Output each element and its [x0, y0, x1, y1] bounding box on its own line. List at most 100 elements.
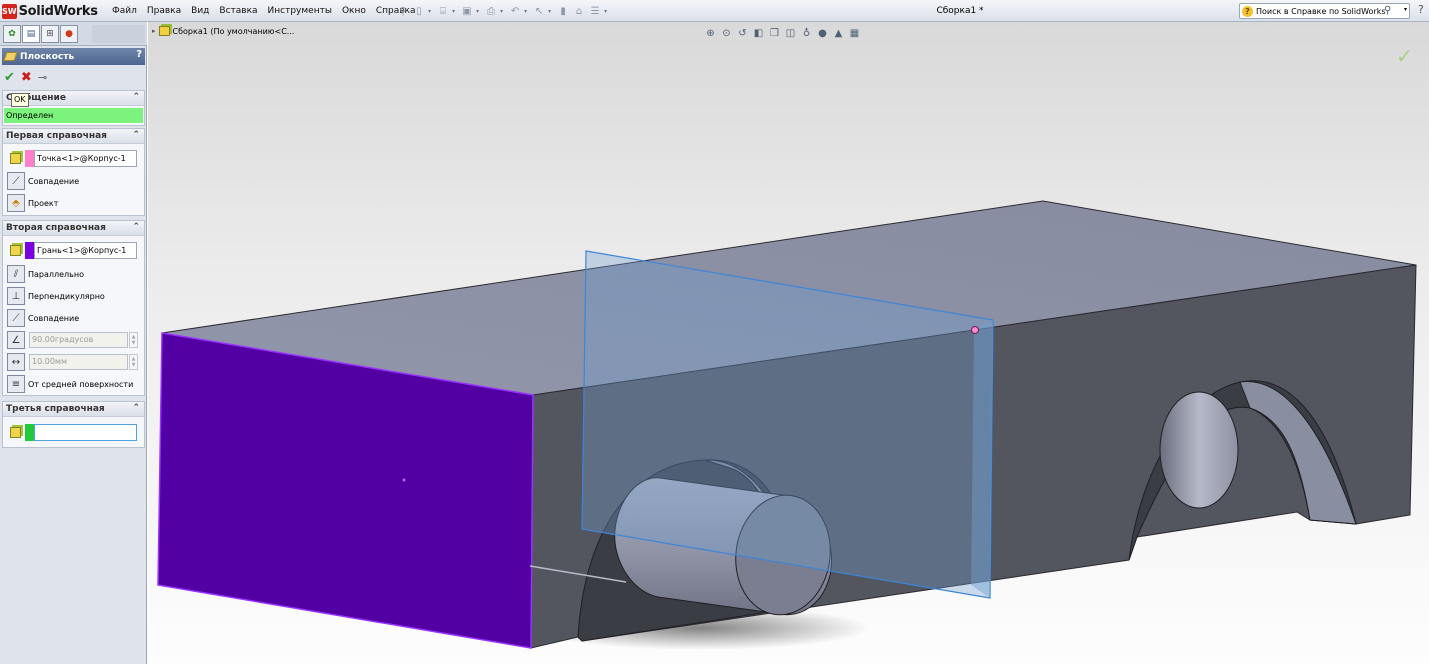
angle-input[interactable]: 90.00градусов [29, 332, 128, 348]
save-icon[interactable]: ▣ [460, 4, 474, 18]
first-reference-header[interactable]: Первая справочная ⌃ [3, 129, 144, 144]
hide-show-icon[interactable]: ♁ [800, 27, 813, 40]
coincident-icon[interactable]: ⟋ [7, 172, 25, 190]
document-title: Сборка1 * [936, 6, 984, 16]
feature-tree-label: Сборка1 (По умолчанию<С... [172, 26, 295, 36]
menu-insert[interactable]: Вставка [214, 6, 262, 16]
third-reference-header[interactable]: Третья справочная ⌃ [3, 402, 144, 417]
print-icon[interactable]: ⎙ [484, 4, 498, 18]
second-reference-selection-box[interactable]: Грань<1>@Корпус-1 [34, 241, 137, 259]
project-icon[interactable]: ⬘ [7, 194, 25, 212]
display-style-icon[interactable]: ◫ [784, 27, 797, 40]
menu-tools[interactable]: Инструменты [263, 6, 337, 16]
appearance-icon[interactable]: ● [60, 25, 78, 43]
feature-manager-icon[interactable]: ✿ [3, 25, 21, 43]
file-properties-icon[interactable]: ⌂ [572, 4, 586, 18]
open-dropdown-icon[interactable]: ▾ [452, 8, 455, 15]
search-dropdown-icon[interactable]: ▾ [1404, 6, 1407, 13]
undo-icon[interactable]: ↶ [508, 4, 522, 18]
select-dropdown-icon[interactable]: ▾ [548, 8, 551, 15]
options-icon[interactable]: ☰ [588, 4, 602, 18]
quick-access-toolbar: ⚲ ▯ ▾ ⌸ ▾ ▣ ▾ ⎙ ▾ ↶ ▾ ↖ ▾ ▮ ⌂ ☰ ▾ [396, 3, 610, 19]
new-document-icon[interactable]: ▯ [412, 4, 426, 18]
help-search-placeholder: Поиск в Справке по SolidWorks [1256, 6, 1386, 16]
help-icon[interactable]: ? [1418, 3, 1424, 16]
option-perpendicular[interactable]: ⊥ Перпендикулярно [7, 286, 105, 306]
select-icon[interactable]: ↖ [532, 4, 546, 18]
help-icon[interactable]: ? [136, 49, 142, 60]
perpendicular-icon[interactable]: ⊥ [7, 287, 25, 305]
new-dropdown-icon[interactable]: ▾ [428, 8, 431, 15]
solidworks-logo-text: SolidWorks [18, 3, 98, 19]
configuration-manager-icon[interactable]: ⊞ [41, 25, 59, 43]
options-dropdown-icon[interactable]: ▾ [604, 8, 607, 15]
angle-spinner[interactable]: ▲ ▼ [129, 332, 138, 348]
solidworks-logo[interactable]: SW SolidWorks [2, 1, 98, 21]
zoom-to-fit-icon[interactable]: ⊕ [704, 27, 717, 40]
undo-dropdown-icon[interactable]: ▾ [524, 8, 527, 15]
first-reference-header-label: Первая справочная [6, 131, 107, 141]
option-coincident[interactable]: ⟋ Совпадение [7, 171, 79, 191]
menu-window[interactable]: Окно [337, 6, 371, 16]
third-reference-selection-box[interactable] [34, 423, 137, 441]
rebuild-icon[interactable]: ▮ [556, 4, 570, 18]
tab-strip-filler [92, 25, 145, 43]
graphics-area[interactable]: ▸ Сборка1 (По умолчанию<С... ⊕ ⊙ ↺ ◧ ❒ ◫… [148, 22, 1429, 664]
model-viewport[interactable] [148, 22, 1429, 664]
feature-tree-root[interactable]: ▸ Сборка1 (По умолчанию<С... [152, 26, 294, 36]
mid-plane-icon[interactable]: ≡ [7, 375, 25, 393]
angle-row: ∠ 90.00градусов ▲ ▼ [7, 331, 138, 349]
distance-row: ↔ 10.00мм ▲ ▼ [7, 353, 138, 371]
apply-scene-icon[interactable]: ▲ [832, 27, 845, 40]
property-manager-icon[interactable]: ▤ [22, 25, 40, 43]
edit-appearance-icon[interactable]: ● [816, 27, 829, 40]
distance-spinner[interactable]: ▲ ▼ [129, 354, 138, 370]
distance-input[interactable]: 10.00мм [29, 354, 128, 370]
menu-view[interactable]: Вид [186, 6, 214, 16]
cancel-x-icon[interactable]: ✖ [21, 70, 32, 85]
third-reference-group: Третья справочная ⌃ [2, 401, 145, 448]
collapse-chevron-icon[interactable]: ⌃ [132, 222, 140, 232]
help-search-input[interactable]: ? Поиск в Справке по SolidWorks ⚲ ▾ [1239, 3, 1410, 19]
save-dropdown-icon[interactable]: ▾ [476, 8, 479, 15]
menu-file[interactable]: Файл [107, 6, 142, 16]
expand-arrow-icon[interactable]: ▸ [152, 27, 156, 35]
section-view-icon[interactable]: ◧ [752, 27, 765, 40]
distance-icon[interactable]: ↔ [7, 353, 25, 371]
open-document-icon[interactable]: ⌸ [436, 4, 450, 18]
hole-right [1159, 391, 1239, 509]
print-dropdown-icon[interactable]: ▾ [500, 8, 503, 15]
view-settings-icon[interactable]: ▦ [848, 27, 861, 40]
ok-tooltip: OK [11, 93, 29, 107]
collapse-chevron-icon[interactable]: ⌃ [132, 403, 140, 413]
plane-title-bar: Плоскость ? [2, 48, 145, 65]
coincident-icon[interactable]: ⟋ [7, 309, 25, 327]
confirmation-corner-check-icon[interactable]: ✓ [1396, 44, 1413, 68]
first-reference-selection-box[interactable]: Точка<1>@Корпус-1 [34, 149, 137, 167]
first-reference-group: Первая справочная ⌃ Точка<1>@Корпус-1 ⟋ … [2, 128, 145, 216]
parallel-icon[interactable]: ⫽ [7, 265, 25, 283]
first-reference-swatch [25, 149, 34, 167]
collapse-chevron-icon[interactable]: ⌃ [132, 92, 140, 102]
option-mid-plane[interactable]: ≡ От средней поверхности [7, 374, 133, 394]
option-coincident-2-label: Совпадение [28, 313, 80, 323]
pin-menu-icon[interactable]: ⚲ [396, 4, 410, 18]
previous-view-icon[interactable]: ↺ [736, 27, 749, 40]
angle-icon[interactable]: ∠ [7, 331, 25, 349]
reference-entity-icon [7, 150, 23, 166]
collapse-chevron-icon[interactable]: ⌃ [132, 130, 140, 140]
option-coincident-2[interactable]: ⟋ Совпадение [7, 308, 79, 328]
ok-check-icon[interactable]: ✔ [4, 70, 15, 85]
menu-edit[interactable]: Правка [142, 6, 186, 16]
option-project[interactable]: ⬘ Проект [7, 193, 58, 213]
option-parallel[interactable]: ⫽ Параллельно [7, 264, 84, 284]
first-reference-selection-row: Точка<1>@Корпус-1 [7, 149, 137, 167]
pushpin-icon[interactable]: ⊸ [38, 71, 47, 84]
second-reference-header-label: Вторая справочная [6, 223, 106, 233]
view-orientation-icon[interactable]: ❒ [768, 27, 781, 40]
second-reference-header[interactable]: Вторая справочная ⌃ [3, 221, 144, 236]
zoom-area-icon[interactable]: ⊙ [720, 27, 733, 40]
heads-up-view-toolbar: ⊕ ⊙ ↺ ◧ ❒ ◫ ♁ ● ▲ ▦ [704, 25, 861, 41]
search-icon[interactable]: ⚲ [1384, 5, 1397, 17]
selected-point [971, 326, 979, 334]
